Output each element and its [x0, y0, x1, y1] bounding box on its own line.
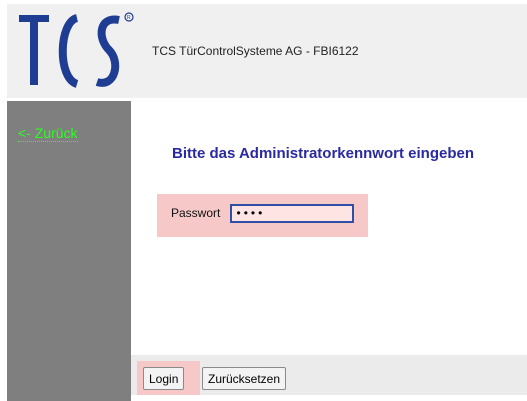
back-link[interactable]: <- Zurück	[18, 125, 78, 142]
password-label: Passwort	[171, 206, 221, 220]
tcs-logo: R	[19, 12, 134, 88]
reset-button[interactable]: Zurücksetzen	[202, 367, 287, 390]
sidebar: <- Zurück	[7, 101, 131, 401]
page-title: Bitte das Administratorkennwort eingeben	[172, 145, 474, 162]
header: R TCS TürControlSysteme AG - FBI6122	[7, 4, 527, 98]
svg-text:R: R	[127, 15, 131, 21]
password-input[interactable]	[230, 204, 354, 223]
login-button[interactable]: Login	[143, 367, 185, 390]
password-row: Passwort	[157, 194, 368, 237]
company-name: TCS TürControlSysteme AG - FBI6122	[152, 44, 359, 58]
form-footer: Login Zurücksetzen	[131, 355, 527, 395]
